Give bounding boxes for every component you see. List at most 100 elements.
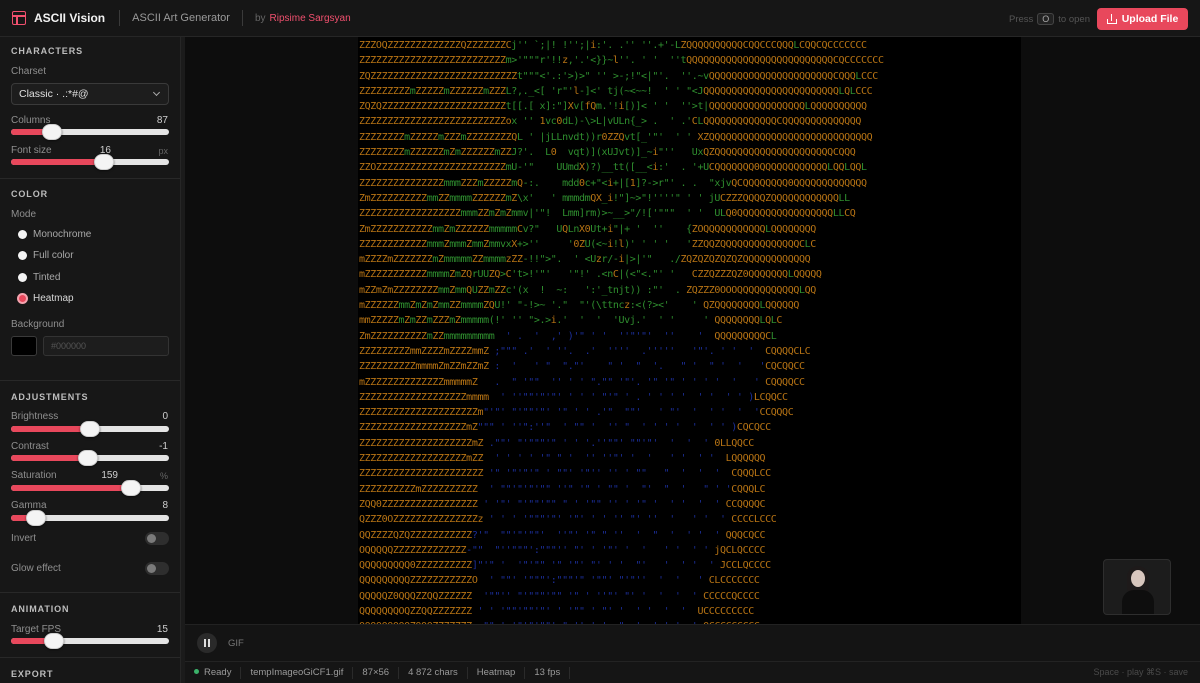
- slider-thumb[interactable]: [94, 154, 115, 170]
- upload-label: Upload File: [1121, 13, 1179, 25]
- status-state: Ready: [185, 666, 242, 679]
- target-fps-slider[interactable]: [11, 633, 169, 649]
- format-label: GIF: [228, 638, 244, 649]
- status-bar: Ready tempImageoGiCF1.gif 87×56 4 872 ch…: [185, 661, 1200, 683]
- ascii-row: QQQQQZ0QQQZZQQZZZZZZ '""'' "'"""'"" '" '…: [359, 590, 760, 602]
- playback-bar: GIF: [185, 624, 1200, 660]
- ascii-row: ZZZZZZZZZZZZZZZZZZZZZZ '" '"'"'" ' ""' '…: [359, 468, 771, 480]
- ascii-row: QQQQQQQOQZZQQZZZZZZZ ' ' '""'""'"' ' '""…: [359, 605, 754, 617]
- byline-prefix: by: [254, 12, 266, 24]
- ascii-row: ZZZZZZZZZZZZZZZZZZZZmZ .""' "'"""'" ' ' …: [359, 437, 754, 449]
- section-title-export: EXPORT: [11, 669, 54, 679]
- ascii-row: ZZZZZZZZZZZZZZZZZZZZZZZZZZox '' 1vc0dL)-…: [359, 116, 862, 128]
- columns-label: Columns: [11, 115, 51, 126]
- status-fps: 13 fps: [525, 666, 571, 679]
- status-color-mode: Heatmap: [468, 666, 526, 679]
- slider-fill: [11, 159, 105, 165]
- section-title-adjustments: ADJUSTMENTS: [11, 392, 89, 402]
- slider-thumb[interactable]: [121, 480, 142, 496]
- slider-thumb[interactable]: [26, 510, 47, 526]
- ascii-row: ZZZZZZZZZZZZZZZZZZZZZZZZZZm>'"""r'!!z,'.…: [359, 55, 884, 67]
- layout-logo-icon: [12, 11, 26, 25]
- open-shortcut-hint: Press O to open: [1009, 13, 1090, 25]
- ascii-row: mZZmZmZZZZZZZZmmZmmQUZZmZZc'(x ! ~: ':'_…: [359, 284, 816, 296]
- slider-thumb[interactable]: [42, 124, 63, 140]
- slider-thumb[interactable]: [78, 450, 99, 466]
- glow-effect-toggle[interactable]: [145, 562, 169, 575]
- ascii-row: ZZZZZZZZZZZZmmmZmmmZmmZmmvxX+>'' '0ZU(<~…: [359, 238, 816, 250]
- pause-button[interactable]: [197, 633, 217, 653]
- status-state-text: Ready: [204, 666, 232, 678]
- ascii-row: QZZZ0OZZZZZZZZZZZZZZZz ' ' ' '"""'"' '"'…: [359, 514, 777, 526]
- ascii-row: ZZZZZZZZZZmZZZZZZZZZZ ' ""'"'"'"" ''" '"…: [359, 483, 766, 495]
- ascii-row: ZZZZZZZZZZZZZZZZZZZmZZ ' ' ' ' '" " ' ''…: [359, 453, 766, 465]
- chevron-down-icon: [152, 88, 161, 97]
- charset-value: Classic · .:*#@: [19, 88, 89, 100]
- ascii-row: OQQQQQZZZZZZZZZZZZZ-"" "''"""':"""'' "' …: [359, 544, 766, 556]
- saturation-value: 159: [101, 470, 118, 481]
- radio-label-monochrome[interactable]: Monochrome: [33, 229, 91, 240]
- charset-select[interactable]: Classic · .:*#@: [11, 83, 169, 105]
- radio-full-color[interactable]: [18, 251, 27, 260]
- invert-label: Invert: [11, 533, 37, 544]
- thumbnail-face: [1131, 570, 1145, 587]
- toggle-knob: [147, 564, 156, 573]
- radio-heatmap[interactable]: [17, 293, 28, 304]
- background-color-swatch[interactable]: [11, 336, 37, 356]
- contrast-value: -1: [159, 441, 168, 452]
- ascii-row: QQQQQQQQQZZZZZZZZZZZO ' ""' '"""':"""'" …: [359, 575, 760, 587]
- ascii-row: ZZZOQZZZZZZZZZZZZZQZZZZZZZCj'' `;|! !'';…: [359, 40, 867, 51]
- ascii-row: ZQZZZZZZZZZZZZZZZZZZZZZZZZZZt"""<'.:'>)>…: [359, 70, 878, 82]
- ascii-row: ZZZZZZZZZZmmmmZmZZmZZmZ : ' ' " "."' " '…: [359, 361, 805, 373]
- columns-slider[interactable]: [11, 124, 169, 140]
- ascii-row: ZZZZZZZZZZZZZZZZZZmmmZZmZmZmmv|'"! Lmm]r…: [359, 208, 856, 220]
- ascii-row: mZZZZZZZZZZZmmmmZmZQrUUZQ>C't>!'"' '"!' …: [359, 269, 822, 281]
- hint-to-open: to open: [1058, 13, 1090, 25]
- ascii-row: ZmZZZZZZZZZZZmmZmZZZZZZmmmmmCv?" UQLnX0U…: [359, 223, 816, 235]
- glow-label: Glow effect: [11, 563, 61, 574]
- contrast-slider[interactable]: [11, 450, 169, 466]
- invert-toggle[interactable]: [145, 532, 169, 545]
- app-subtitle: ASCII Art Generator: [132, 12, 230, 24]
- section-title-animation: ANIMATION: [11, 604, 70, 614]
- section-title-characters: CHARACTERS: [11, 46, 83, 56]
- ascii-row: ZZZZZZZZZZZZZZZmmmZZZmZZZZZmQ-:. mdd0c+"…: [359, 177, 867, 189]
- slider-thumb[interactable]: [80, 421, 100, 437]
- ascii-row: mZZZZZZmmZmZmZmmZZmmmmZQU!' "-!>~ '." "'…: [359, 300, 799, 312]
- saturation-slider[interactable]: [11, 480, 169, 496]
- slider-fill: [11, 426, 90, 432]
- charset-label: Charset: [11, 66, 47, 77]
- gamma-label: Gamma: [11, 500, 47, 511]
- slider-fill: [11, 455, 89, 461]
- ascii-row: ZmZZZZZZZZZZmZZmmmmmmmmm ' . ' ,' )'" ' …: [359, 330, 777, 342]
- ascii-row: ZZZZZZZZZZZZZZZZZZZZZm"'"' "'""'"' '" ' …: [359, 407, 794, 419]
- radio-label-tinted[interactable]: Tinted: [33, 272, 60, 283]
- ascii-row: QQZZZZQZQZZZZZZZZZZZ?'" ""'"'""' ''"' '"…: [359, 529, 766, 541]
- status-char-count: 4 872 chars: [399, 666, 468, 679]
- slider-thumb[interactable]: [43, 633, 64, 649]
- upload-file-button[interactable]: Upload File: [1097, 8, 1188, 30]
- gamma-slider[interactable]: [11, 510, 169, 526]
- background-label: Background: [11, 319, 65, 330]
- radio-label-heatmap[interactable]: Heatmap: [33, 293, 74, 304]
- target-fps-value: 15: [156, 624, 168, 635]
- background-hex-input[interactable]: #000000: [43, 336, 169, 356]
- font-size-label: Font size: [11, 145, 52, 156]
- gamma-value: 8: [162, 500, 168, 511]
- ascii-row: ZZZZZZZZZZZZZZZZZZZmmmm ' ''""'"'"' ' ' …: [359, 391, 788, 403]
- radio-label-full-color[interactable]: Full color: [33, 250, 74, 261]
- source-thumbnail[interactable]: [1103, 559, 1171, 615]
- radio-monochrome[interactable]: [18, 230, 27, 239]
- ascii-row: mZZZZmZZZZZZZmZmmmmmZZmmmmzZZ-!!">". ' <…: [359, 254, 811, 266]
- font-size-slider[interactable]: [11, 154, 169, 170]
- app-header: ASCII Vision ASCII Art Generator by Rips…: [0, 0, 1200, 37]
- section-divider: [0, 178, 180, 179]
- ascii-row: mmZZZZZmZmZZmZZZmZmmmmm(!' '' ">.>i.' ' …: [359, 315, 783, 327]
- author-link[interactable]: Ripsime Sargsyan: [270, 13, 351, 24]
- brightness-value: 0: [162, 411, 168, 422]
- radio-tinted[interactable]: [18, 273, 27, 282]
- ascii-row: ZmZZZZZZZZZZmmZZmmmmZZZZZZmZ\x' ' mmmdmQ…: [359, 192, 850, 204]
- section-title-color: COLOR: [11, 189, 48, 199]
- brightness-slider[interactable]: [11, 421, 169, 437]
- hint-press: Press: [1008, 13, 1034, 25]
